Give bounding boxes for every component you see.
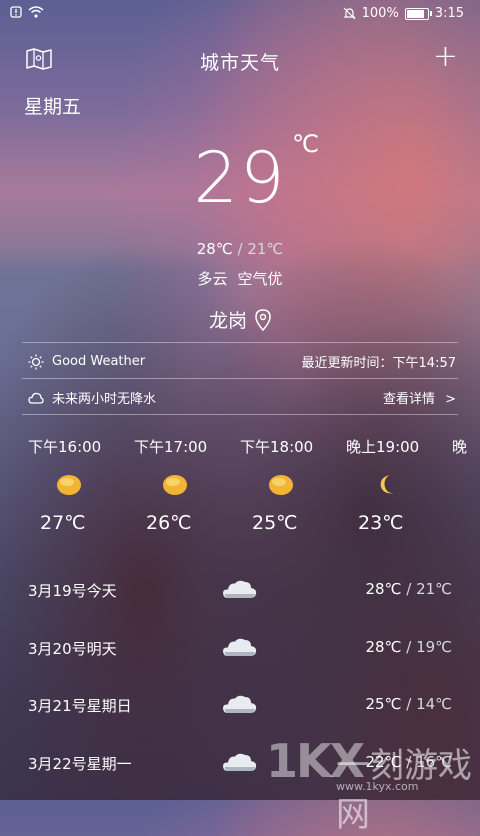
location-pin-icon xyxy=(255,308,271,331)
status-right: 100% 3:15 xyxy=(343,6,464,21)
hour-time: 下午17:00 xyxy=(134,438,208,456)
add-city-button[interactable]: + xyxy=(433,42,458,72)
watermark-url: www.1kyx.com xyxy=(336,780,419,793)
hourly-item: 晚上19:00 23℃ xyxy=(346,436,456,534)
air-quality: 空气优 xyxy=(237,270,283,288)
hour-time: 晚上19:00 xyxy=(346,438,420,456)
day-temp-range: 25℃ / 14℃ xyxy=(365,695,452,713)
day-date: 3月21号星期日 xyxy=(28,697,132,715)
temperature-range: 28℃ / 21℃ xyxy=(0,240,480,258)
daily-row[interactable]: 3月19号今天 28℃ / 21℃ xyxy=(28,576,452,606)
mute-icon xyxy=(343,7,356,20)
chevron-right-icon: > xyxy=(445,392,456,407)
hourly-item: 晚 xyxy=(452,436,480,457)
current-temperature: 29 xyxy=(193,137,287,219)
city-name: 龙岗 xyxy=(208,310,247,332)
info-row-rain: 未来两小时无降水 查看详情 > xyxy=(28,388,456,407)
sun-icon xyxy=(57,475,81,495)
sun-icon xyxy=(269,475,293,495)
battery-icon xyxy=(404,7,432,20)
divider xyxy=(22,414,458,415)
cloud-outline-icon xyxy=(28,392,44,404)
condition-line: 多云 空气优 xyxy=(0,268,480,289)
day-date: 3月22号星期一 xyxy=(28,755,132,773)
temperature-unit: ℃ xyxy=(292,130,319,158)
cloudy-icon xyxy=(223,638,257,656)
day-high: 28℃ xyxy=(365,638,402,656)
sun-icon xyxy=(163,475,187,495)
status-left xyxy=(10,6,44,18)
page-title: 城市天气 xyxy=(199,52,280,74)
hour-time: 下午16:00 xyxy=(28,438,102,456)
hour-temp: 25℃ xyxy=(252,512,298,534)
hourly-item: 下午17:00 26℃ xyxy=(134,436,244,534)
daily-row[interactable]: 3月21号星期日 25℃ / 14℃ xyxy=(28,691,452,721)
day-temp-range: 28℃ / 21℃ xyxy=(365,580,452,598)
hour-time: 下午18:00 xyxy=(240,438,314,456)
day-low: 19℃ xyxy=(416,638,452,656)
hour-temp: 26℃ xyxy=(146,512,192,534)
good-weather-label: Good Weather xyxy=(52,354,146,369)
day-low: 21℃ xyxy=(416,580,452,598)
temp-high: 28℃ xyxy=(196,240,233,258)
hourly-item: 下午18:00 25℃ xyxy=(240,436,350,534)
last-updated: 最近更新时间：下午14:57 xyxy=(301,356,456,371)
moon-icon xyxy=(380,475,395,494)
day-high: 28℃ xyxy=(365,580,402,598)
hour-temp: 23℃ xyxy=(358,512,404,534)
weather-condition: 多云 xyxy=(197,270,228,288)
cloudy-icon xyxy=(223,753,257,771)
info-row-update: Good Weather 最近更新时间：下午14:57 xyxy=(28,352,456,371)
status-bar: 100% 3:15 xyxy=(0,0,480,28)
alert-icon xyxy=(10,6,22,18)
hour-time: 晚 xyxy=(452,438,468,456)
day-low: 14℃ xyxy=(416,695,452,713)
divider xyxy=(22,342,458,343)
watermark: 1KX 一刻游戏网 www.1kyx.com xyxy=(266,734,476,835)
view-details-link[interactable]: 查看详情 > xyxy=(383,388,456,407)
city-selector[interactable]: 龙岗 xyxy=(0,306,480,333)
sun-outline-icon xyxy=(28,354,44,369)
day-date: 3月20号明天 xyxy=(28,640,117,658)
temp-low: 21℃ xyxy=(247,240,284,258)
hourly-item: 下午16:00 27℃ xyxy=(28,436,138,534)
hourly-forecast[interactable]: 下午16:00 27℃ 下午17:00 26℃ 下午18:00 25℃ 晚上19… xyxy=(28,436,480,546)
weekday-label: 星期五 xyxy=(24,96,82,118)
divider xyxy=(22,378,458,379)
battery-percent: 100% xyxy=(361,6,399,21)
hour-temp: 27℃ xyxy=(40,512,86,534)
clock: 3:15 xyxy=(434,6,464,21)
cloudy-icon xyxy=(223,580,257,598)
range-separator: / xyxy=(237,240,243,258)
view-details-label: 查看详情 xyxy=(382,392,435,407)
wifi-icon xyxy=(28,6,44,18)
daily-row[interactable]: 3月20号明天 28℃ / 19℃ xyxy=(28,634,452,664)
day-temp-range: 28℃ / 19℃ xyxy=(365,638,452,656)
day-high: 25℃ xyxy=(365,695,402,713)
day-date: 3月19号今天 xyxy=(28,582,117,600)
rain-forecast: 未来两小时无降水 xyxy=(52,392,157,407)
cloudy-icon xyxy=(223,695,257,713)
